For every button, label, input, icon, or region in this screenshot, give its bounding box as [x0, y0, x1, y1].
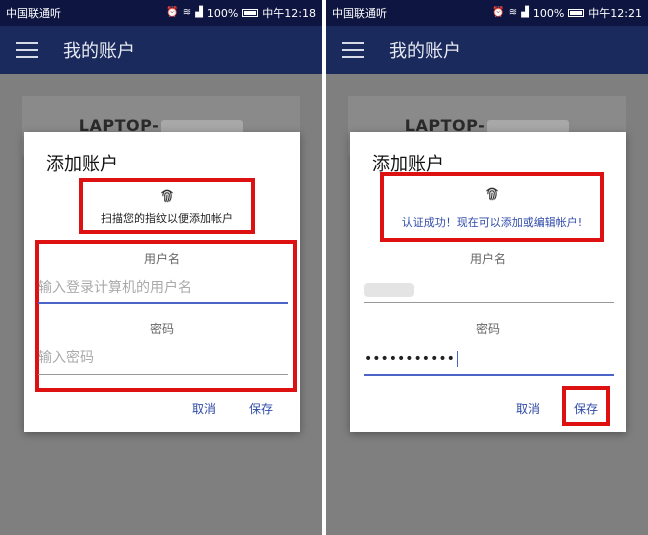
status-time: 中午12:21	[588, 7, 642, 20]
add-account-dialog: 添加账户 认证成功！现在可以添加或编辑帐户! 用户名 密码 ••••••••••…	[350, 132, 626, 432]
password-label: 密码	[475, 322, 500, 336]
dialog-title: 添加账户	[46, 154, 118, 175]
phone-screen-left: 中国联通听 ⏰ ≋ ▟ 100% 中午12:18 我的账户 LAPTOP- 添加…	[0, 0, 322, 535]
cancel-button[interactable]: 取消	[516, 400, 540, 417]
battery-icon	[568, 9, 585, 17]
page-title: 我的账户	[63, 41, 135, 62]
password-value: •••••••••••	[364, 351, 455, 367]
username-label: 用户名	[143, 252, 180, 266]
success-highlight-box: 认证成功！现在可以添加或编辑帐户!	[380, 172, 604, 242]
text-caret	[456, 351, 458, 367]
username-input[interactable]	[364, 274, 614, 300]
username-underline	[38, 302, 288, 304]
fingerprint-icon	[486, 187, 498, 201]
password-underline	[364, 374, 614, 376]
save-button[interactable]: 保存	[249, 400, 273, 417]
username-input[interactable]: 输入登录计算机的用户名	[38, 274, 288, 300]
wifi-icon: ≋	[182, 7, 192, 18]
battery-percent: 100%	[206, 6, 239, 20]
username-underline	[364, 302, 614, 303]
page-title: 我的账户	[389, 41, 461, 62]
status-bar: 中国联通听 ⏰ ≋ ▟ 100% 中午12:18	[0, 0, 322, 26]
password-input[interactable]: 输入密码	[38, 344, 288, 370]
fingerprint-highlight-box: 扫描您的指纹以便添加帐户	[79, 178, 255, 234]
fingerprint-prompt: 扫描您的指纹以便添加帐户	[101, 212, 233, 225]
signal-icon: ▟	[195, 7, 203, 18]
hamburger-icon[interactable]	[16, 42, 38, 58]
alarm-icon: ⏰	[166, 7, 179, 18]
app-bar: 我的账户	[0, 26, 322, 74]
auth-success-message: 认证成功！现在可以添加或编辑帐户!	[401, 216, 583, 229]
battery-percent: 100%	[532, 6, 565, 20]
app-bar: 我的账户	[326, 26, 648, 74]
wifi-icon: ≋	[508, 7, 518, 18]
status-time: 中午12:18	[262, 7, 316, 20]
hamburger-icon[interactable]	[342, 42, 364, 58]
carrier-label: 中国联通听	[332, 7, 387, 20]
password-underline	[38, 374, 288, 375]
password-input[interactable]: •••••••••••	[364, 344, 614, 370]
alarm-icon: ⏰	[492, 7, 505, 18]
signal-icon: ▟	[521, 7, 529, 18]
username-label: 用户名	[469, 252, 506, 266]
add-account-dialog: 添加账户 扫描您的指纹以便添加帐户 用户名 输入登录计算机的用户名 密码 输入密…	[24, 132, 300, 432]
redacted-username	[364, 283, 414, 297]
phone-screen-right: 中国联通听 ⏰ ≋ ▟ 100% 中午12:21 我的账户 LAPTOP- 添加…	[326, 0, 648, 535]
status-bar: 中国联通听 ⏰ ≋ ▟ 100% 中午12:21	[326, 0, 648, 26]
save-button[interactable]: 保存	[574, 400, 598, 417]
cancel-button[interactable]: 取消	[192, 400, 216, 417]
fingerprint-icon	[161, 189, 173, 203]
battery-icon	[242, 9, 259, 17]
carrier-label: 中国联通听	[6, 7, 61, 20]
password-label: 密码	[149, 322, 174, 336]
